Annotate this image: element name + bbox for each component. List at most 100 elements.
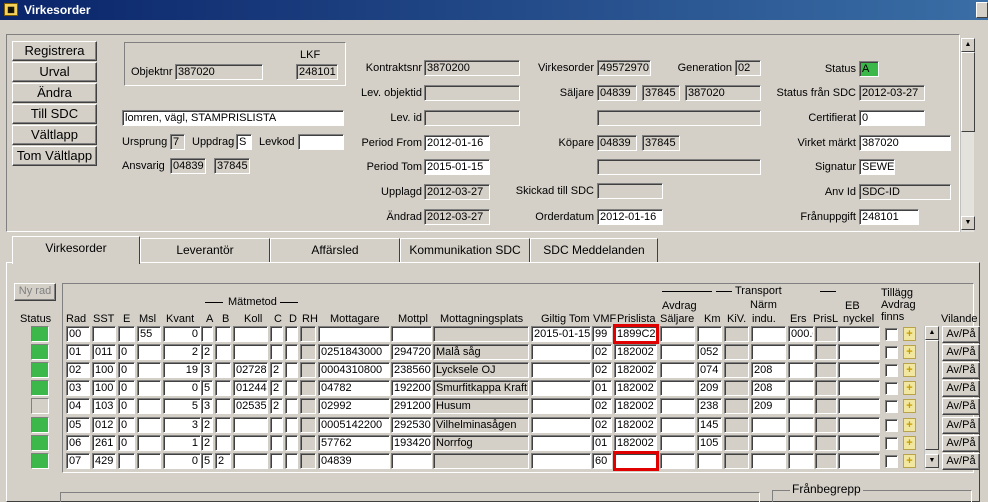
row-plats-cell[interactable]: Husum (433, 398, 529, 414)
row-mottagare-cell[interactable]: 04839 (318, 453, 390, 469)
row-ers-cell[interactable]: 000.00 (788, 326, 814, 342)
row-km-cell[interactable] (697, 453, 722, 469)
row-e-cell[interactable] (118, 326, 135, 342)
ansvarig-field-1[interactable]: 04839 (170, 158, 206, 174)
row-mottagare-cell[interactable]: 0251843000 (318, 344, 390, 360)
anv-id-field[interactable]: SDC-ID (859, 184, 951, 200)
upplagd-field[interactable]: 2012-03-27 (424, 184, 490, 200)
row-sst-cell[interactable]: 100 (92, 362, 116, 378)
row-koll-cell[interactable] (233, 326, 268, 342)
row-c-cell[interactable] (270, 435, 283, 451)
andrad-field[interactable]: 2012-03-27 (424, 209, 490, 225)
plus-icon[interactable]: + (903, 363, 916, 377)
row-plats-cell[interactable]: Malå såg (433, 344, 529, 360)
row-narm-cell[interactable] (751, 453, 786, 469)
row-mottpl-cell[interactable]: 238560 (391, 362, 432, 378)
row-mottagare-cell[interactable] (318, 326, 390, 342)
registrera-button[interactable]: Registrera (12, 41, 97, 61)
row-km-cell[interactable]: 074 (697, 362, 722, 378)
row-koll-cell[interactable] (233, 453, 268, 469)
row-ers-cell[interactable] (788, 398, 814, 414)
row-avdrag-cell[interactable] (660, 435, 695, 451)
generation-field[interactable]: 02 (735, 60, 761, 76)
av-pa-button[interactable]: Av/På (942, 344, 980, 361)
row-a-cell[interactable]: 3 (201, 362, 213, 378)
row-plats-cell[interactable] (433, 326, 529, 342)
row-b-cell[interactable] (215, 362, 231, 378)
row-c-cell[interactable]: 2 (270, 380, 283, 396)
row-c-cell[interactable]: 2 (270, 398, 283, 414)
plus-icon[interactable]: + (903, 454, 916, 468)
uppdrag-field[interactable]: S (236, 134, 252, 150)
row-koll-cell[interactable]: 02535 (233, 398, 268, 414)
row-a-cell[interactable]: 5 (201, 453, 213, 469)
row-narm-cell[interactable]: 209 (751, 398, 786, 414)
row-a-cell[interactable]: 2 (201, 344, 213, 360)
row-sst-cell[interactable]: 100 (92, 380, 116, 396)
plus-icon[interactable]: + (903, 418, 916, 432)
row-eb-cell[interactable] (838, 453, 880, 469)
row-msl-cell[interactable] (137, 435, 161, 451)
av-pa-button[interactable]: Av/På (942, 435, 980, 452)
row-mottagare-cell[interactable]: 0005142200 (318, 417, 390, 433)
row-rh-cell[interactable] (300, 435, 316, 451)
row-kvant-cell[interactable]: 2 (163, 344, 201, 360)
row-rad-cell[interactable]: 02 (66, 362, 90, 378)
row-km-cell[interactable]: 209 (697, 380, 722, 396)
row-giltig-cell[interactable] (531, 453, 591, 469)
row-eb-cell[interactable] (838, 326, 880, 342)
row-rh-cell[interactable] (300, 417, 316, 433)
row-avdrag-cell[interactable] (660, 326, 695, 342)
row-eb-cell[interactable] (838, 435, 880, 451)
period-from-field[interactable]: 2012-01-16 (424, 135, 490, 151)
row-msl-cell[interactable] (137, 362, 161, 378)
row-a-cell[interactable]: 3 (201, 398, 213, 414)
row-ers-cell[interactable] (788, 435, 814, 451)
row-prisl-cell[interactable] (815, 380, 837, 396)
row-vmf-cell[interactable]: 99 (592, 326, 612, 342)
kopare-field-1[interactable]: 04839 (597, 135, 637, 151)
plus-icon[interactable]: + (903, 399, 916, 413)
row-rh-cell[interactable] (300, 326, 316, 342)
row-eb-cell[interactable] (838, 417, 880, 433)
ny-rad-button[interactable]: Ny rad (14, 283, 56, 301)
row-tillagg-checkbox[interactable] (885, 382, 898, 395)
row-vmf-cell[interactable]: 60 (592, 453, 612, 469)
window-control-button[interactable] (976, 2, 988, 18)
row-msl-cell[interactable] (137, 453, 161, 469)
row-d-cell[interactable] (285, 344, 298, 360)
row-kv-cell[interactable] (724, 344, 749, 360)
row-msl-cell[interactable] (137, 398, 161, 414)
row-vmf-cell[interactable]: 01 (592, 435, 612, 451)
row-koll-cell[interactable] (233, 435, 268, 451)
row-mottpl-cell[interactable]: 192200 (391, 380, 432, 396)
row-mottagare-cell[interactable]: 0004310800 (318, 362, 390, 378)
virket-markt-field[interactable]: 387020 (859, 135, 951, 151)
row-prislista-cell[interactable]: 182002 (614, 435, 657, 451)
row-tillagg-checkbox[interactable] (885, 364, 898, 377)
row-kvant-cell[interactable]: 3 (163, 417, 201, 433)
row-kv-cell[interactable] (724, 380, 749, 396)
plus-icon[interactable]: + (903, 436, 916, 450)
saljare-name-field[interactable] (597, 110, 761, 126)
grid-scroll-thumb[interactable] (925, 340, 939, 450)
row-e-cell[interactable]: 0 (118, 417, 135, 433)
row-plats-cell[interactable]: Norrfog (433, 435, 529, 451)
row-d-cell[interactable] (285, 362, 298, 378)
row-b-cell[interactable] (215, 380, 231, 396)
row-rad-cell[interactable]: 04 (66, 398, 90, 414)
row-c-cell[interactable] (270, 344, 283, 360)
row-km-cell[interactable] (697, 326, 722, 342)
row-mottagare-cell[interactable]: 02992 (318, 398, 390, 414)
row-rad-cell[interactable]: 07 (66, 453, 90, 469)
row-e-cell[interactable]: 0 (118, 362, 135, 378)
row-tillagg-checkbox[interactable] (885, 328, 898, 341)
row-msl-cell[interactable]: 55 (137, 326, 161, 342)
row-avdrag-cell[interactable] (660, 380, 695, 396)
row-rh-cell[interactable] (300, 362, 316, 378)
row-sst-cell[interactable]: 261 (92, 435, 116, 451)
row-tillagg-checkbox[interactable] (885, 346, 898, 359)
row-b-cell[interactable] (215, 326, 231, 342)
header-scrollbar[interactable]: ▲ ▼ (960, 38, 975, 232)
orderdatum-field[interactable]: 2012-01-16 (597, 209, 663, 225)
